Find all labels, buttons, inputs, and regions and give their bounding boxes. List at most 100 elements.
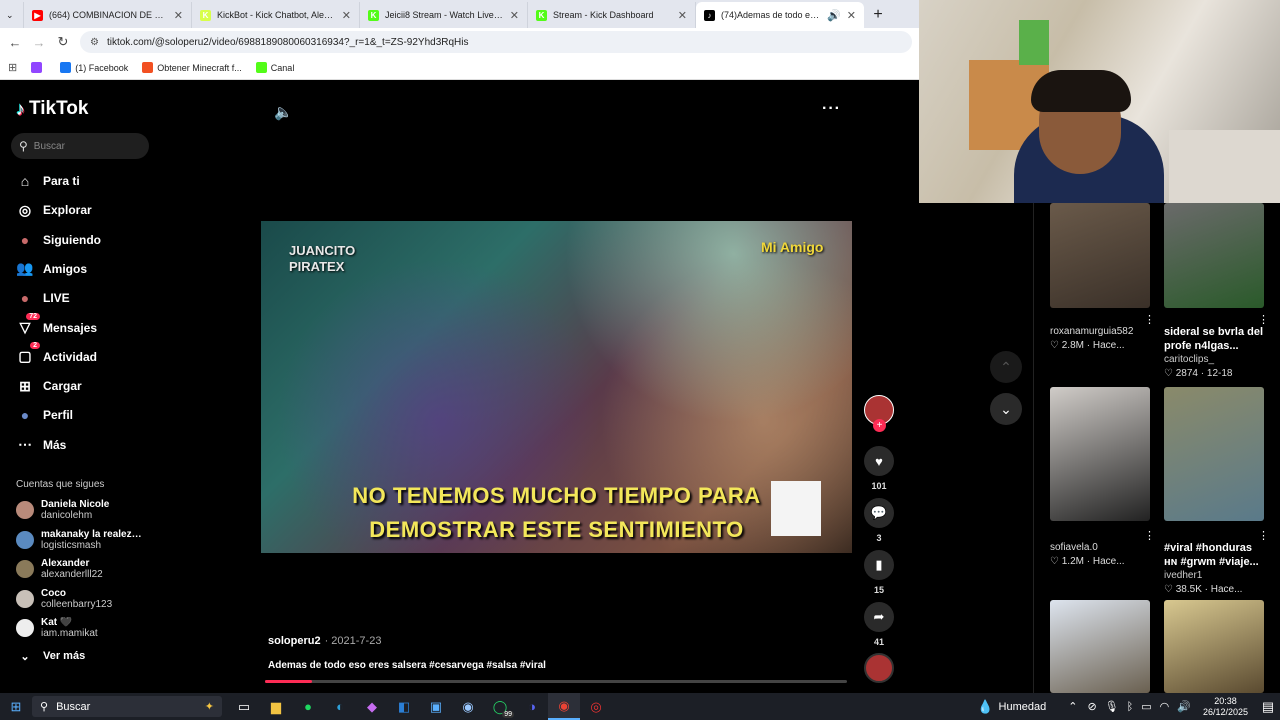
recommended-info[interactable]: sofiavela.0 ♡ 1.2M · Hace...: [1050, 541, 1150, 569]
sidebar-item-más[interactable]: ⋯ Más: [16, 435, 66, 455]
recommended-info[interactable]: sideral se bvrla del profe n4lgas... cari…: [1164, 325, 1264, 381]
chevron-down-icon: ⌄: [6, 9, 14, 20]
tiktok-logo[interactable]: ♪ TikTok: [16, 98, 88, 120]
recommended-thumbnail[interactable]: [1050, 387, 1150, 521]
tab-close-icon[interactable]: ✕: [847, 9, 856, 22]
recommended-info[interactable]: #viral #honduras ʜɴ #grwm #viaje... ivedh…: [1164, 541, 1264, 597]
more-options-button[interactable]: ···: [822, 100, 841, 118]
volume-icon[interactable]: 🔊: [1177, 700, 1191, 713]
tab-search-button[interactable]: ⌄: [0, 2, 24, 28]
file-explorer-icon[interactable]: ▆: [260, 693, 292, 720]
recommended-thumbnail[interactable]: [1164, 387, 1264, 521]
bookmark-item[interactable]: [31, 62, 46, 73]
tab-favicon-icon: K: [368, 9, 379, 21]
followed-account[interactable]: Kat 🖤 iam.mamikat: [16, 616, 146, 640]
tab-close-icon[interactable]: ✕: [174, 9, 183, 22]
whatsapp-icon[interactable]: ◯ 99: [484, 693, 516, 720]
site-info-icon[interactable]: ⚙: [90, 37, 99, 48]
chrome-icon[interactable]: ◉: [548, 693, 580, 720]
apps-grid-icon[interactable]: ⊞: [8, 61, 17, 74]
save-button[interactable]: ▮ 15: [864, 550, 894, 595]
followed-account[interactable]: Coco colleenbarry123: [16, 587, 146, 611]
weather-widget[interactable]: 💧 Humedad: [977, 699, 1046, 715]
browser-tab[interactable]: ▶ (664) COMBINACION DE LA HA ✕: [24, 2, 192, 28]
followed-account[interactable]: makanaky la realeza ... logisticsmash: [16, 528, 146, 552]
wifi-icon[interactable]: ◠: [1160, 700, 1170, 713]
sidebar-item-label: Explorar: [43, 203, 92, 218]
bookmark-item[interactable]: Obtener Minecraft f...: [142, 62, 242, 73]
tab-close-icon[interactable]: ✕: [510, 9, 519, 22]
steam-icon[interactable]: ◉: [452, 693, 484, 720]
sidebar-item-mensajes[interactable]: ▽ 72 Mensajes: [16, 312, 97, 338]
kebab-menu-icon[interactable]: ⋮: [1258, 529, 1269, 542]
sidebar-item-amigos[interactable]: 👥 Amigos: [16, 259, 87, 279]
recommended-info[interactable]: roxanamurguia582 ♡ 2.8M · Hace...: [1050, 325, 1150, 353]
droplet-icon: 💧: [977, 698, 994, 714]
new-tab-button[interactable]: +: [864, 2, 892, 28]
bluetooth-icon[interactable]: ᛒ: [1127, 701, 1134, 713]
followed-account[interactable]: Alexander alexanderlll22: [16, 557, 146, 581]
bookmarks-bar: ⊞ (1) Facebook Obtener Minecraft f... Ca…: [0, 56, 920, 80]
bookmark-item[interactable]: (1) Facebook: [60, 62, 128, 73]
recommended-thumbnail[interactable]: [1050, 203, 1150, 308]
bookmark-item[interactable]: Canal: [255, 62, 294, 73]
browser-tab[interactable]: K KickBot - Kick Chatbot, Alerts, ✕: [192, 2, 360, 28]
recommended-author: caritoclips_: [1164, 354, 1215, 365]
video-player[interactable]: JUANCITO PIRATEX Mi Amigo NO TENEMOS MUC…: [261, 221, 852, 553]
prev-video-button[interactable]: ⌃: [990, 351, 1022, 383]
task-view-icon[interactable]: ▭: [228, 693, 260, 720]
kebab-menu-icon[interactable]: ⋮: [1144, 529, 1155, 542]
reload-button[interactable]: ↻: [56, 34, 70, 50]
edge-icon[interactable]: ◐: [324, 693, 356, 720]
windows-start-icon[interactable]: ⊞: [0, 693, 32, 720]
sound-disc-button[interactable]: [864, 653, 894, 683]
video-author-row: soloperu2 · 2021-7-23: [268, 635, 381, 647]
like-button[interactable]: ♥ 101: [864, 446, 894, 491]
back-button[interactable]: ←: [8, 35, 22, 50]
sidebar-item-cargar[interactable]: ⊞ Cargar: [16, 376, 82, 396]
kebab-menu-icon[interactable]: ⋮: [1258, 313, 1269, 326]
sidebar-item-para-ti[interactable]: ⌂ Para ti: [16, 171, 80, 191]
obs-icon[interactable]: ◎: [580, 693, 612, 720]
author-name[interactable]: soloperu2: [268, 635, 321, 647]
sidebar-item-explorar[interactable]: ◎ Explorar: [16, 200, 92, 220]
discord-icon[interactable]: ◑: [516, 693, 548, 720]
sidebar-item-actividad[interactable]: ▢ 2 Actividad: [16, 341, 97, 367]
store-icon[interactable]: ▣: [420, 693, 452, 720]
spotify-icon[interactable]: ●: [292, 693, 324, 720]
recommended-thumbnail[interactable]: [1164, 600, 1264, 693]
video-progress-track[interactable]: [265, 680, 847, 683]
tab-close-icon[interactable]: ✕: [678, 9, 687, 22]
display-icon[interactable]: ▭: [1141, 700, 1151, 713]
microphone-icon[interactable]: 🎙: [1105, 700, 1119, 713]
tab-audio-icon[interactable]: 🔊: [827, 9, 841, 22]
follow-plus-icon[interactable]: +: [873, 419, 886, 432]
browser-tab[interactable]: K Stream - Kick Dashboard ✕: [528, 2, 696, 28]
followed-account[interactable]: Daniela Nicole danicolehm: [16, 498, 146, 522]
browser-tab[interactable]: ♪ (74)Ademas de todo eso er 🔊 ✕: [696, 2, 864, 28]
taskbar-search-input[interactable]: ⚲ Buscar ✦: [32, 696, 222, 717]
sidebar-item-live[interactable]: ● LIVE: [16, 288, 70, 308]
recommended-thumbnail[interactable]: [1050, 600, 1150, 693]
sidebar-item-siguiendo[interactable]: ● Siguiendo: [16, 230, 101, 250]
comment-button[interactable]: 💬 3: [864, 498, 894, 543]
tab-close-icon[interactable]: ✕: [342, 9, 351, 22]
kebab-menu-icon[interactable]: ⋮: [1144, 313, 1155, 326]
creator-avatar-button[interactable]: +: [864, 395, 894, 432]
forward-button[interactable]: →: [32, 35, 46, 50]
search-input[interactable]: ⚲ Buscar: [11, 133, 149, 159]
recommended-thumbnail[interactable]: [1164, 203, 1264, 308]
mute-toggle[interactable]: 🔈: [274, 103, 293, 121]
share-button[interactable]: ➦ 41: [864, 602, 894, 647]
url-field[interactable]: ⚙ tiktok.com/@soloperu2/video/6988189080…: [80, 31, 912, 53]
see-more-button[interactable]: ⌄ Ver más: [16, 646, 85, 666]
network-off-icon[interactable]: ⊘: [1087, 700, 1096, 713]
notifications-icon[interactable]: ▤: [1256, 693, 1280, 720]
browser-tab[interactable]: K Jeicii8 Stream - Watch Live on ✕: [360, 2, 528, 28]
next-video-button[interactable]: ⌄: [990, 393, 1022, 425]
tray-chevron-icon[interactable]: ⌃: [1068, 700, 1077, 713]
clock[interactable]: 20:38 26/12/2025: [1203, 696, 1248, 718]
outlook-icon[interactable]: ◧: [388, 693, 420, 720]
sidebar-item-perfil[interactable]: ● Perfil: [16, 405, 73, 425]
copilot-icon[interactable]: ◆: [356, 693, 388, 720]
